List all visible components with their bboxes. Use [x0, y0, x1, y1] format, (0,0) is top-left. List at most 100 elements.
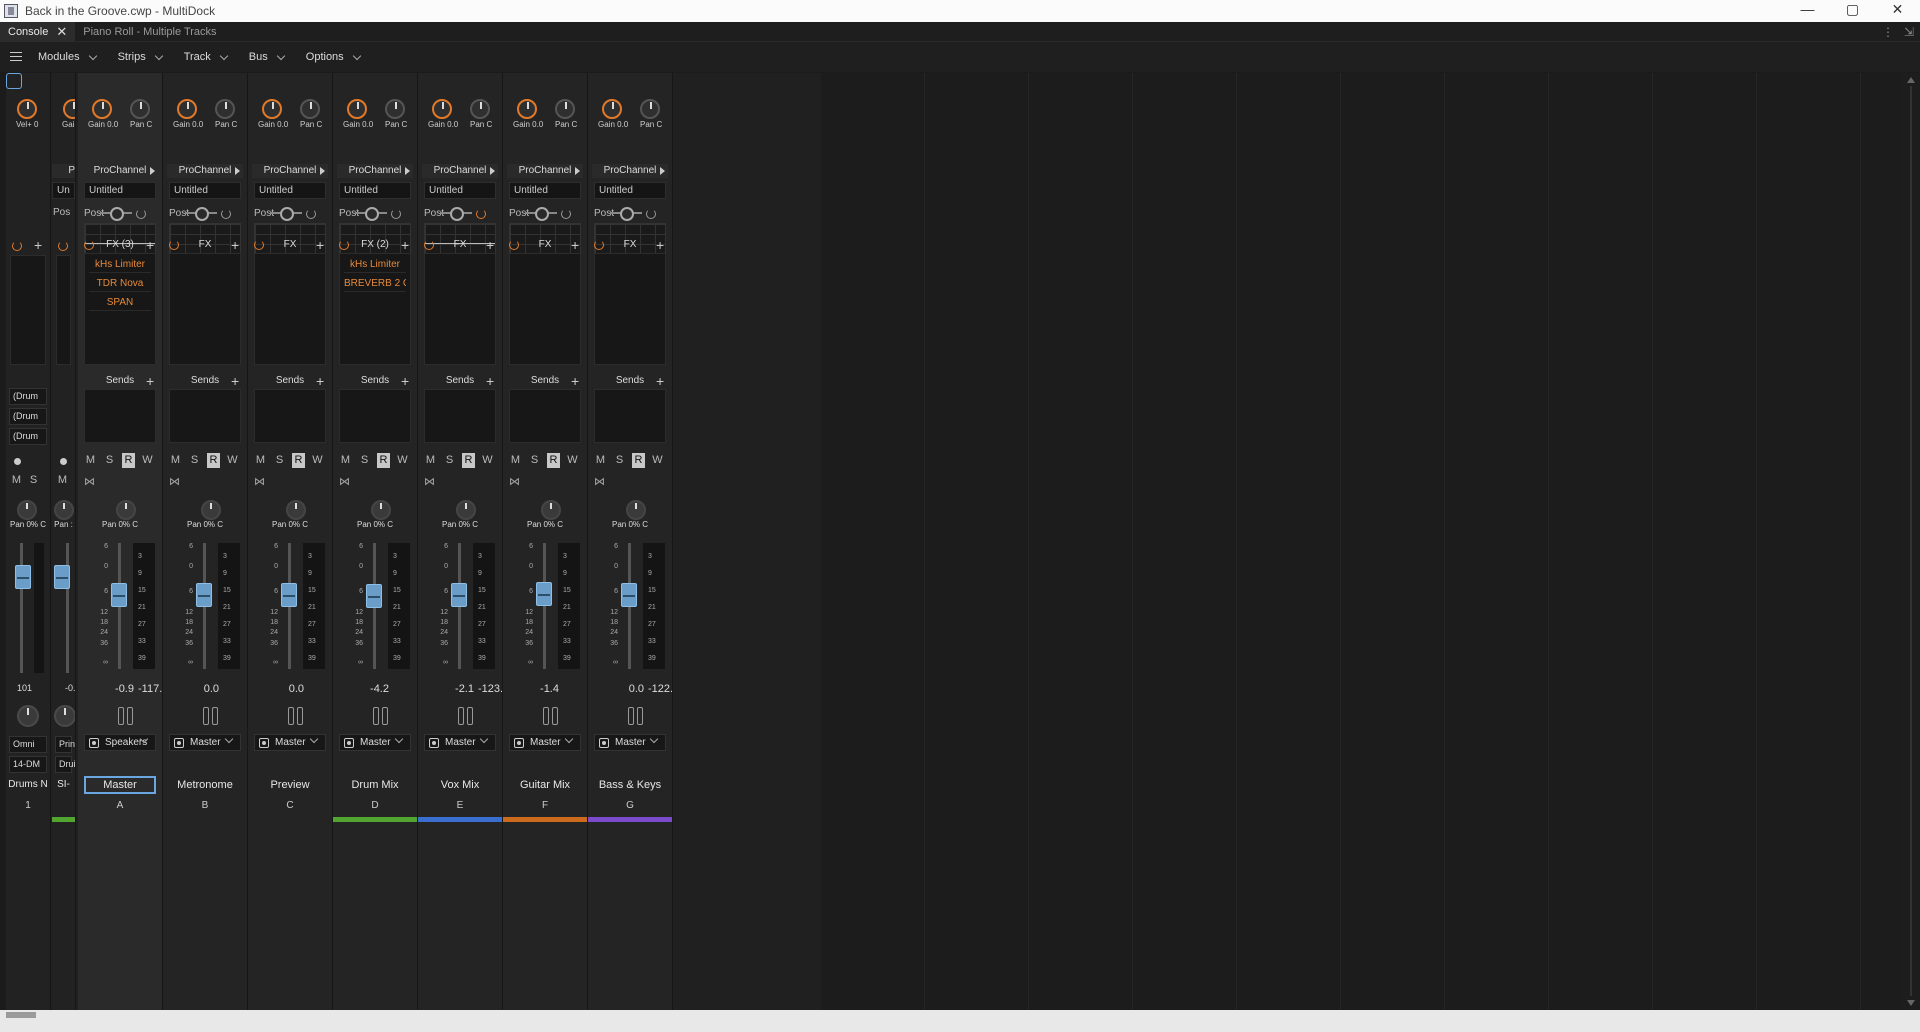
stereo-icon[interactable]: [456, 705, 474, 725]
add-fx-plus[interactable]: +: [34, 238, 42, 252]
phase-icon[interactable]: ⋈: [594, 475, 605, 488]
prochannel-header[interactable]: ProChannel: [167, 164, 243, 178]
close-tab-icon[interactable]: ✕: [56, 22, 67, 42]
close-button[interactable]: ✕: [1875, 0, 1920, 22]
gain-knob[interactable]: [262, 99, 282, 119]
pan-small-knob[interactable]: [640, 99, 660, 119]
more-icon[interactable]: ⋮: [1882, 22, 1894, 42]
solo-button[interactable]: S: [27, 473, 40, 488]
menu-track[interactable]: Track: [184, 51, 229, 63]
add-fx-plus[interactable]: +: [316, 238, 324, 252]
stereo-icon[interactable]: [541, 705, 559, 725]
automation-icon[interactable]: [6, 73, 22, 89]
write-button[interactable]: W: [566, 453, 579, 468]
gain-knob[interactable]: [517, 99, 537, 119]
gain-knob[interactable]: [602, 99, 622, 119]
fx-plugin[interactable]: TDR Nova: [89, 275, 151, 292]
mute-button[interactable]: M: [254, 453, 267, 468]
input-icon[interactable]: [17, 705, 39, 727]
solo-button[interactable]: S: [273, 453, 286, 468]
post-knob[interactable]: [185, 207, 218, 221]
write-button[interactable]: W: [141, 453, 154, 468]
phase-icon[interactable]: ⋈: [424, 475, 435, 488]
dock-icon[interactable]: ⇲: [1904, 22, 1914, 42]
post-knob[interactable]: [610, 207, 643, 221]
pan-knob[interactable]: [54, 500, 74, 520]
trim-knob[interactable]: [17, 99, 37, 119]
gain-knob[interactable]: [432, 99, 452, 119]
phase-icon[interactable]: ⋈: [84, 475, 95, 488]
preset-field[interactable]: Untitled: [169, 182, 241, 199]
phase-icon[interactable]: ⋈: [339, 475, 350, 488]
fx-plugin[interactable]: kHs Limiter: [344, 256, 406, 273]
pan-small-knob[interactable]: [300, 99, 320, 119]
fader-cap[interactable]: [366, 584, 382, 608]
power-icon[interactable]: [58, 241, 68, 251]
prochannel-power-icon[interactable]: [561, 209, 571, 219]
prochannel-power-icon[interactable]: [476, 209, 486, 219]
prochannel-power-icon[interactable]: [391, 209, 401, 219]
pan-small-knob[interactable]: [215, 99, 235, 119]
hamburger-icon[interactable]: [10, 50, 30, 64]
preset-field[interactable]: Untitled: [254, 182, 326, 199]
add-fx-plus[interactable]: +: [571, 238, 579, 252]
pan-small-knob[interactable]: [130, 99, 150, 119]
bus-name[interactable]: Guitar Mix: [509, 776, 581, 794]
read-button[interactable]: R: [122, 453, 135, 468]
solo-button[interactable]: S: [188, 453, 201, 468]
solo-button[interactable]: S: [103, 453, 116, 468]
io-select[interactable]: Omni: [9, 736, 47, 753]
solo-button[interactable]: S: [613, 453, 626, 468]
solo-button[interactable]: S: [443, 453, 456, 468]
bus-name[interactable]: Bass & Keys: [594, 776, 666, 794]
mute-button[interactable]: M: [169, 453, 182, 468]
write-button[interactable]: W: [311, 453, 324, 468]
write-button[interactable]: W: [651, 453, 664, 468]
prochannel-header[interactable]: ProChannel: [592, 164, 668, 178]
preset-field[interactable]: Untitled: [339, 182, 411, 199]
bus-name[interactable]: Vox Mix: [424, 776, 496, 794]
gain-knob[interactable]: [92, 99, 112, 119]
bus-name[interactable]: Preview: [254, 776, 326, 794]
tab-piano-roll[interactable]: Piano Roll - Multiple Tracks: [75, 22, 224, 42]
io-select[interactable]: Prin: [55, 736, 75, 753]
mute-button[interactable]: M: [56, 473, 69, 488]
preset-field[interactable]: Untitled: [84, 182, 156, 199]
fader-cap[interactable]: [54, 565, 70, 589]
input-icon[interactable]: [54, 705, 75, 727]
output-select[interactable]: Master: [509, 734, 581, 751]
preset-field[interactable]: Untitled: [594, 182, 666, 199]
add-send-plus[interactable]: +: [656, 374, 664, 388]
bus-name[interactable]: Metronome: [169, 776, 241, 794]
pan-knob[interactable]: [541, 500, 561, 520]
horizontal-scrollbar[interactable]: [0, 1010, 1920, 1032]
add-fx-plus[interactable]: +: [146, 238, 154, 252]
phase-icon[interactable]: ⋈: [169, 475, 180, 488]
stereo-icon[interactable]: [286, 705, 304, 725]
stereo-icon[interactable]: [201, 705, 219, 725]
prochannel-header[interactable]: ProChannel: [252, 164, 328, 178]
gain-knob[interactable]: [177, 99, 197, 119]
prochannel-header[interactable]: ProChannel: [82, 164, 158, 178]
add-send-plus[interactable]: +: [146, 374, 154, 388]
input-select[interactable]: (Drum: [9, 388, 47, 405]
add-send-plus[interactable]: +: [401, 374, 409, 388]
prochannel-power-icon[interactable]: [646, 209, 656, 219]
phase-icon[interactable]: ⋈: [509, 475, 520, 488]
prochannel-header[interactable]: ProChannel: [337, 164, 413, 178]
mute-button[interactable]: M: [594, 453, 607, 468]
add-send-plus[interactable]: +: [486, 374, 494, 388]
add-send-plus[interactable]: +: [316, 374, 324, 388]
pan-knob[interactable]: [456, 500, 476, 520]
output-select[interactable]: Master: [424, 734, 496, 751]
stereo-icon[interactable]: [626, 705, 644, 725]
minimize-button[interactable]: —: [1785, 0, 1830, 22]
solo-button[interactable]: S: [358, 453, 371, 468]
menu-options[interactable]: Options: [306, 51, 361, 63]
post-knob[interactable]: [355, 207, 388, 221]
pan-knob[interactable]: [201, 500, 221, 520]
read-button[interactable]: R: [207, 453, 220, 468]
prochannel-header[interactable]: ProChannel: [507, 164, 583, 178]
pan-knob[interactable]: [17, 500, 37, 520]
maximize-button[interactable]: ▢: [1830, 0, 1875, 22]
